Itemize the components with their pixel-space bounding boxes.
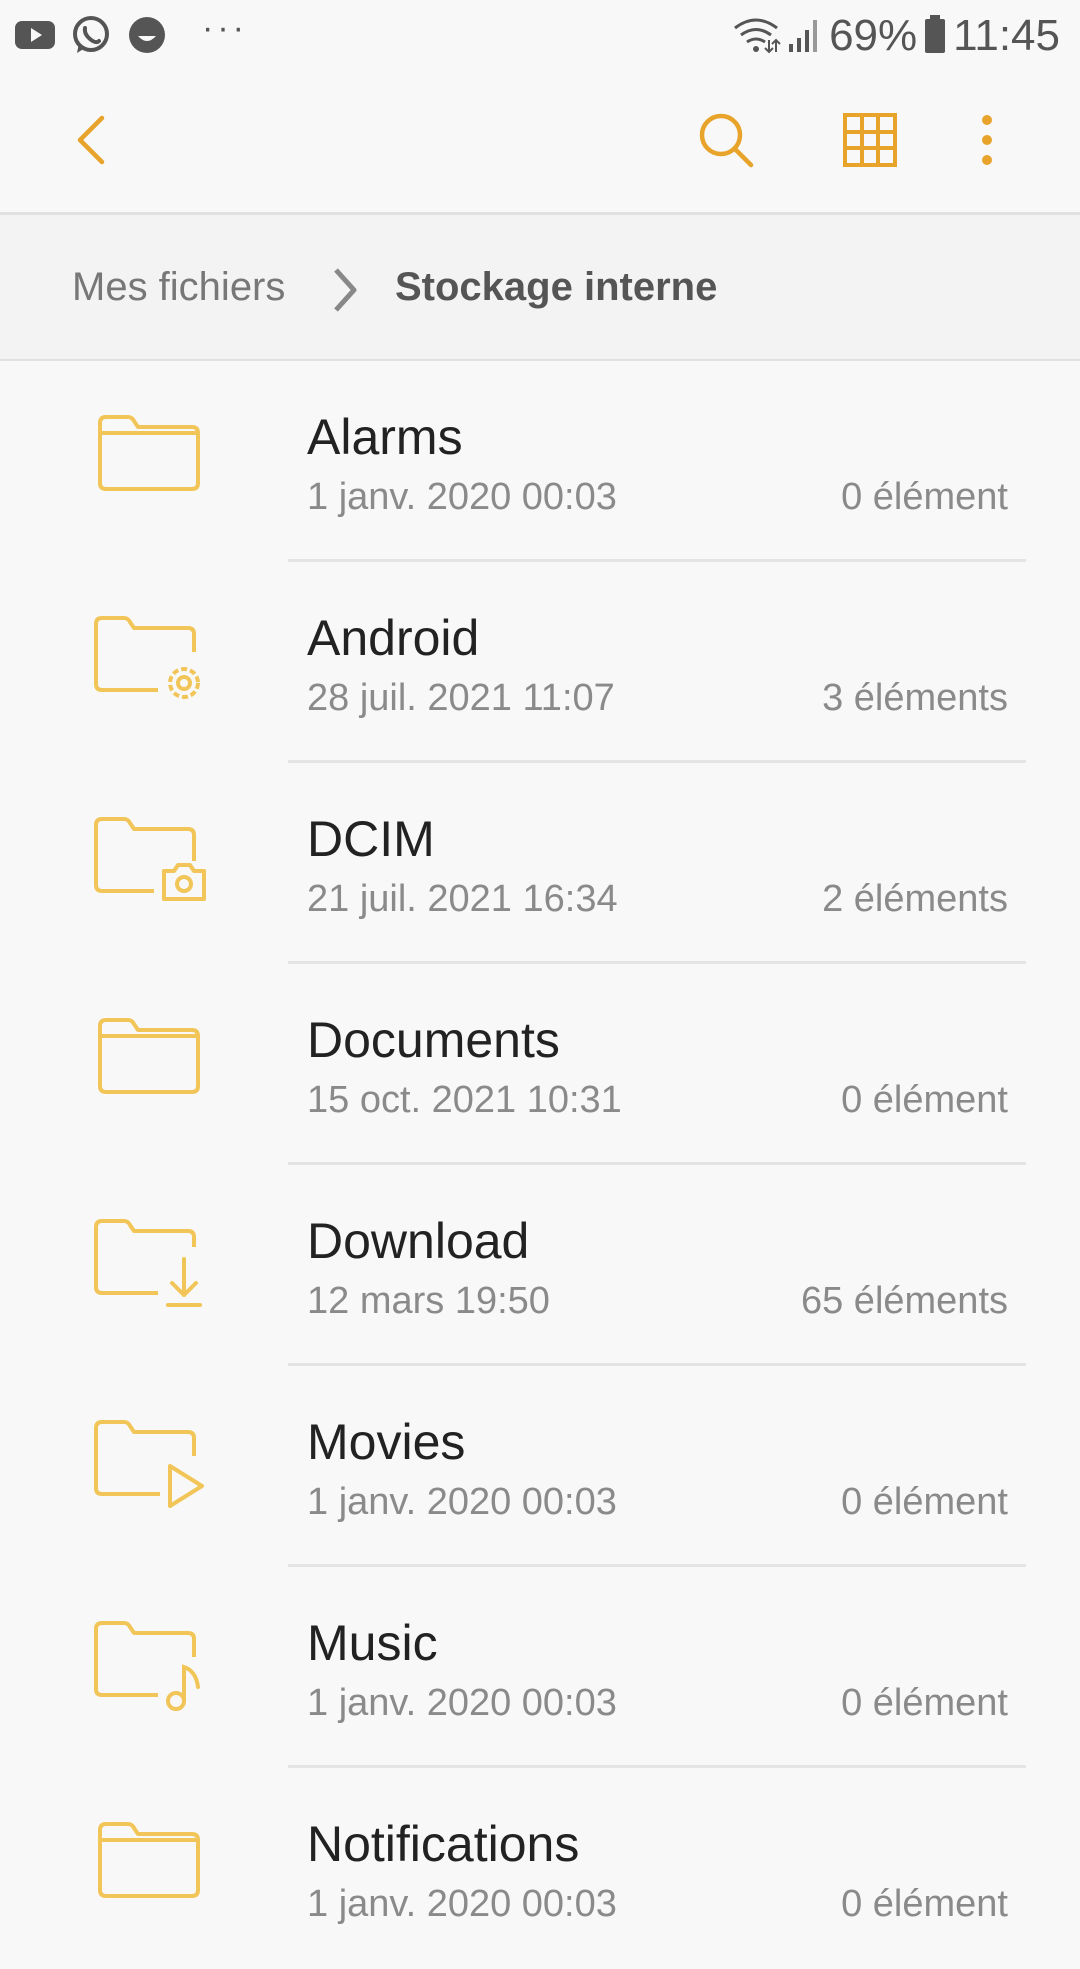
app-toolbar (0, 72, 1080, 212)
folder-name: DCIM (307, 811, 435, 867)
breadcrumb-current: Stockage interne (395, 265, 718, 309)
folder-name: Movies (307, 1414, 466, 1470)
folder-list: Alarms 1 janv. 2020 00:03 0 élément Andr… (0, 361, 1080, 1969)
list-item[interactable]: Download 12 mars 19:50 65 éléments (0, 1165, 1080, 1366)
folder-name: Documents (307, 1012, 560, 1068)
folder-download-icon (92, 1215, 212, 1315)
grid-view-button[interactable] (838, 110, 902, 174)
folder-name: Alarms (307, 409, 463, 465)
list-item[interactable]: Alarms 1 janv. 2020 00:03 0 élément (0, 361, 1080, 562)
folder-item-count: 2 éléments (822, 878, 1008, 920)
list-item[interactable]: Android 28 juil. 2021 11:07 3 éléments (0, 562, 1080, 763)
folder-date: 1 janv. 2020 00:03 (307, 1481, 617, 1523)
more-options-button[interactable] (955, 110, 1019, 174)
folder-camera-icon (92, 813, 212, 913)
status-bar: ··· 69% 11:45 (0, 0, 1080, 72)
folder-name: Android (307, 610, 480, 666)
battery-icon (923, 13, 947, 60)
signal-icon (787, 14, 823, 59)
folder-name: Download (307, 1213, 530, 1269)
folder-name: Notifications (307, 1816, 580, 1872)
folder-item-count: 0 élément (841, 1883, 1008, 1925)
folder-video-icon (92, 1416, 212, 1516)
breadcrumb-root[interactable]: Mes fichiers (72, 263, 285, 311)
list-item[interactable]: Music 1 janv. 2020 00:03 0 élément (0, 1567, 1080, 1768)
wifi-icon (731, 14, 781, 59)
list-item[interactable]: DCIM 21 juil. 2021 16:34 2 éléments (0, 763, 1080, 964)
list-item[interactable]: Documents 15 oct. 2021 10:31 0 élément (0, 964, 1080, 1165)
folder-date: 1 janv. 2020 00:03 (307, 476, 617, 518)
folder-item-count: 0 élément (841, 476, 1008, 518)
clock: 11:45 (953, 11, 1060, 60)
notification-icons: ··· (14, 9, 248, 56)
folder-item-count: 0 élément (841, 1481, 1008, 1523)
folder-icon (92, 1014, 212, 1114)
folder-icon (92, 411, 212, 511)
smiley-app-icon (126, 14, 168, 56)
folder-date: 1 janv. 2020 00:03 (307, 1682, 617, 1724)
list-item[interactable]: Movies 1 janv. 2020 00:03 0 élément (0, 1366, 1080, 1567)
folder-date: 12 mars 19:50 (307, 1280, 550, 1322)
folder-item-count: 0 élément (841, 1079, 1008, 1121)
breadcrumb: Mes fichiers Stockage interne (0, 215, 1080, 360)
folder-date: 15 oct. 2021 10:31 (307, 1079, 622, 1121)
chevron-right-icon (330, 267, 360, 318)
folder-icon (92, 1818, 212, 1918)
list-item[interactable]: Notifications 1 janv. 2020 00:03 0 éléme… (0, 1768, 1080, 1969)
system-status: 69% 11:45 (731, 12, 1060, 60)
youtube-icon (14, 14, 56, 56)
whatsapp-icon (70, 14, 112, 56)
folder-settings-icon (92, 612, 212, 712)
back-button[interactable] (60, 110, 124, 174)
folder-date: 21 juil. 2021 16:34 (307, 878, 618, 920)
folder-item-count: 65 éléments (800, 1280, 1008, 1322)
folder-name: Music (307, 1615, 438, 1671)
more-options-icon (979, 112, 995, 173)
search-icon (696, 110, 756, 175)
battery-percentage: 69% (829, 11, 918, 60)
folder-music-icon (92, 1617, 212, 1717)
search-button[interactable] (694, 110, 758, 174)
grid-view-icon (842, 112, 898, 173)
back-arrow-icon (72, 112, 112, 173)
folder-item-count: 3 éléments (822, 677, 1008, 719)
folder-date: 28 juil. 2021 11:07 (307, 677, 615, 719)
more-notifications-icon: ··· (202, 9, 248, 47)
folder-item-count: 0 élément (841, 1682, 1008, 1724)
folder-date: 1 janv. 2020 00:03 (307, 1883, 617, 1925)
